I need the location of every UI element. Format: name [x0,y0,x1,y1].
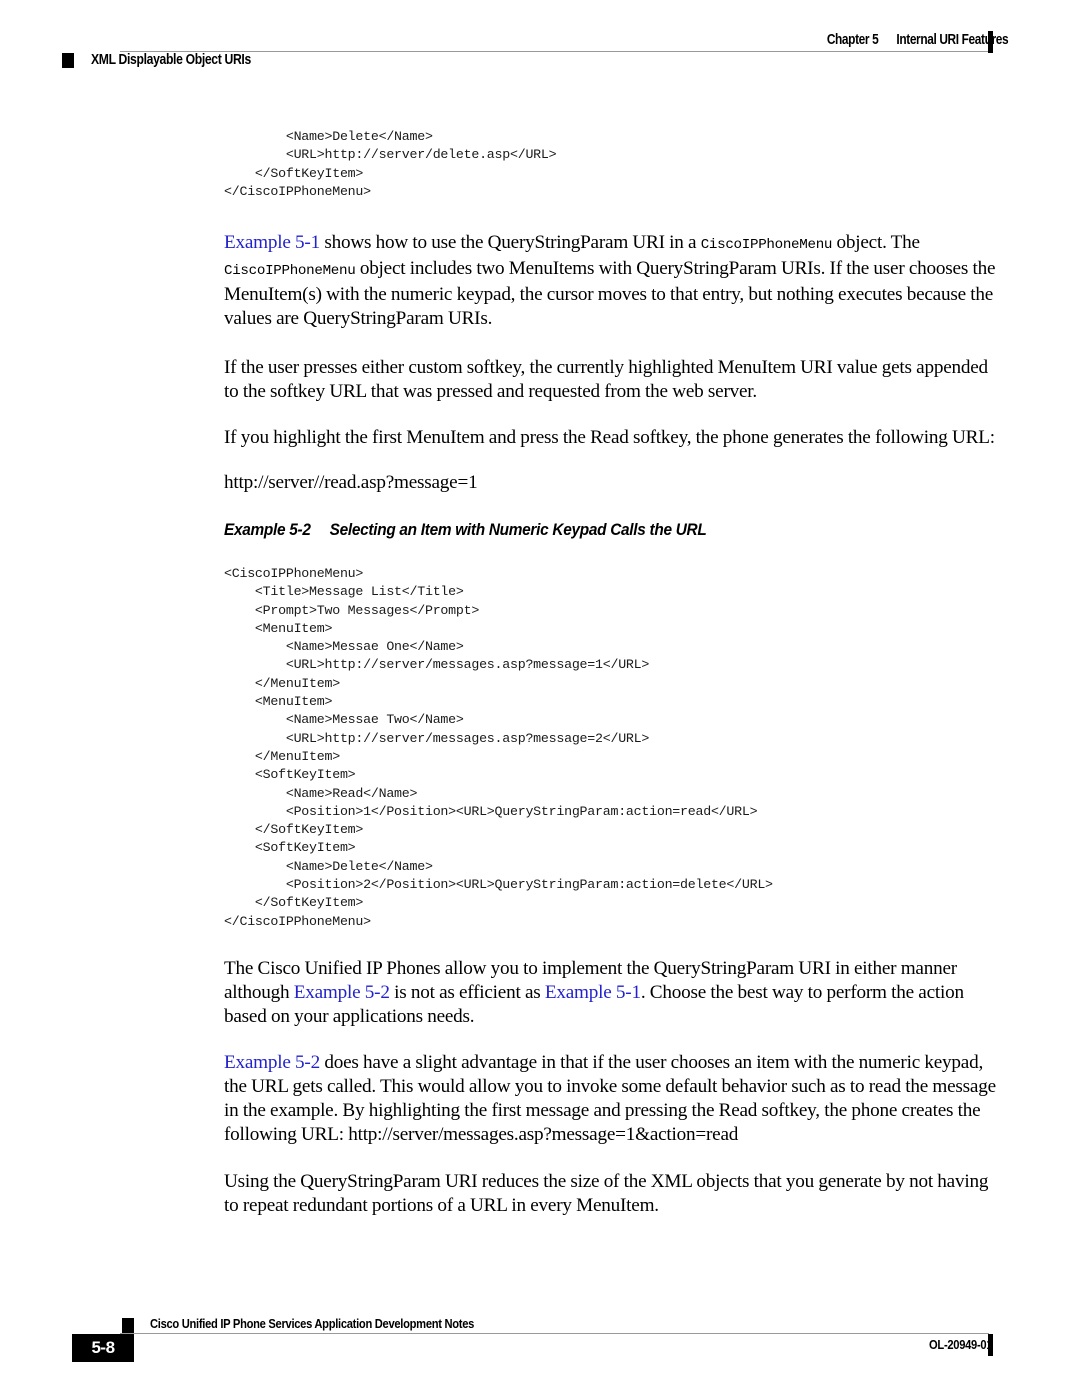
inline-code-ciscoipphonemenu: CiscoIPPhoneMenu [700,237,833,254]
footer-document-title: Cisco Unified IP Phone Services Applicat… [150,1316,475,1331]
example-caption-number: Example 5-2 [224,520,311,539]
paragraph-either-manner: The Cisco Unified IP Phones allow you to… [224,957,996,1029]
paragraph-text: does have a slight advantage in that if … [224,1052,996,1146]
page-header: Chapter 5 Internal URI Features XML Disp… [0,0,1080,90]
paragraph-text: shows how to use the QueryStringParam UR… [319,232,701,254]
code-block-continued: <Name>Delete</Name> <URL>http://server/d… [224,129,557,199]
page-content: <Name>Delete</Name> <URL>http://server/d… [224,128,996,1218]
paragraph-reduces-size: Using the QueryStringParam URI reduces t… [224,1170,989,1216]
example-caption-title: Selecting an Item with Numeric Keypad Ca… [329,520,707,539]
code-block-example-5-2: <CiscoIPPhoneMenu> <Title>Message List</… [224,565,773,929]
paragraph-example-5-1-intro: Example 5-1 shows how to use the QuerySt… [224,231,996,331]
bullet-square-icon [62,52,74,68]
paragraph-softkey-append: If the user presses either custom softke… [224,356,988,402]
xref-example-5-1[interactable]: Example 5-1 [224,232,320,253]
footer-bullet-square-icon [122,1318,134,1333]
page-number-badge: 5-8 [72,1334,134,1362]
header-chapter-label: Chapter 5 [826,32,879,48]
header-section-title: XML Displayable Object URIs [91,52,251,68]
xref-example-5-2[interactable]: Example 5-2 [224,1052,320,1073]
header-chapter-info: Chapter 5 Internal URI Features [826,32,1009,48]
paragraph-text: is not as efficient as [389,981,545,1003]
header-section: XML Displayable Object URIs [62,52,281,68]
paragraph-highlight-read: If you highlight the first MenuItem and … [224,426,995,448]
paragraph-slight-advantage: Example 5-2 does have a slight advantage… [224,1051,996,1147]
xref-example-5-2[interactable]: Example 5-2 [294,982,390,1003]
inline-code-ciscoipphonemenu: CiscoIPPhoneMenu [224,263,356,280]
paragraph-text: object. The [832,232,921,254]
footer-document-number: OL-20949-01 [928,1337,993,1352]
generated-url-text: http://server//read.asp?message=1 [224,471,478,493]
header-change-bar [988,31,993,53]
example-5-2-caption: Example 5-2 Selecting an Item with Numeri… [224,521,957,540]
document-page: Chapter 5 Internal URI Features XML Disp… [0,0,1080,1397]
xref-example-5-1[interactable]: Example 5-1 [545,982,641,1003]
footer-change-bar [988,1334,993,1356]
footer-rule [120,1333,989,1334]
